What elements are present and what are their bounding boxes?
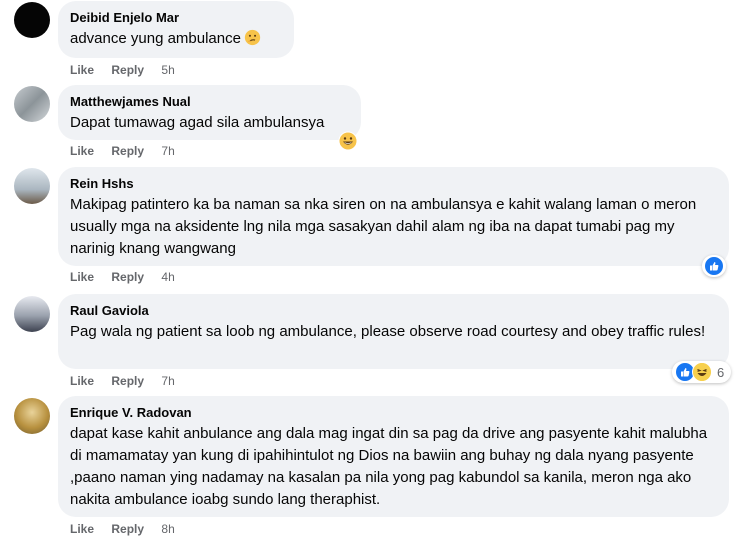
comment-bubble: Matthewjames Nual Dapat tumawag agad sil… bbox=[58, 85, 361, 140]
like-button[interactable]: Like bbox=[70, 270, 94, 284]
comment-author[interactable]: Matthewjames Nual bbox=[70, 93, 349, 110]
comment-author[interactable]: Raul Gaviola bbox=[70, 302, 717, 319]
like-reaction-icon bbox=[704, 256, 724, 276]
comment-author[interactable]: Deibid Enjelo Mar bbox=[70, 9, 282, 26]
reply-button[interactable]: Reply bbox=[111, 144, 144, 158]
reply-button[interactable]: Reply bbox=[111, 63, 144, 77]
comment-bubble: Deibid Enjelo Mar advance yung ambulance bbox=[58, 1, 294, 58]
comment-text: Makipag patintero ka ba naman sa nka sir… bbox=[70, 196, 697, 257]
comment-timestamp[interactable]: 5h bbox=[161, 63, 174, 77]
grinning-face-icon bbox=[338, 131, 358, 151]
comment-timestamp[interactable]: 8h bbox=[161, 522, 174, 536]
avatar[interactable] bbox=[14, 2, 50, 38]
comment-text: Pag wala ng patient sa loob ng ambulance… bbox=[70, 323, 706, 340]
comment-bubble: Enrique V. Radovan dapat kase kahit anbu… bbox=[58, 396, 729, 517]
comment-timestamp[interactable]: 7h bbox=[161, 374, 174, 388]
comment-bubble: Raul Gaviola Pag wala ng patient sa loob… bbox=[58, 294, 729, 369]
comment-timestamp[interactable]: 4h bbox=[161, 270, 174, 284]
comment-actions: Like Reply 5h bbox=[70, 62, 175, 78]
comment-timestamp[interactable]: 7h bbox=[161, 144, 174, 158]
thinking-face-icon bbox=[244, 29, 261, 46]
comment-actions: Like Reply 8h bbox=[70, 521, 175, 537]
reply-button[interactable]: Reply bbox=[111, 374, 144, 388]
comment-actions: Like Reply 7h bbox=[70, 373, 175, 389]
like-button[interactable]: Like bbox=[70, 63, 94, 77]
avatar[interactable] bbox=[14, 168, 50, 204]
comment-text: advance yung ambulance bbox=[70, 28, 282, 50]
comment-author[interactable]: Rein Hshs bbox=[70, 175, 717, 192]
comment-author[interactable]: Enrique V. Radovan bbox=[70, 404, 717, 421]
avatar[interactable] bbox=[14, 296, 50, 332]
reply-button[interactable]: Reply bbox=[111, 522, 144, 536]
reaction-badge[interactable]: 6 bbox=[672, 361, 732, 383]
like-button[interactable]: Like bbox=[70, 522, 94, 536]
comment-text: dapat kase kahit anbulance ang dala mag … bbox=[70, 425, 708, 508]
avatar[interactable] bbox=[14, 86, 50, 122]
comment-actions: Like Reply 4h bbox=[70, 269, 175, 285]
reply-button[interactable]: Reply bbox=[111, 270, 144, 284]
comment-text: Dapat tumawag agad sila ambulansya bbox=[70, 114, 325, 131]
like-button[interactable]: Like bbox=[70, 374, 94, 388]
comment-bubble: Rein Hshs Makipag patintero ka ba naman … bbox=[58, 167, 729, 266]
haha-reaction-icon bbox=[692, 362, 712, 382]
comment-actions: Like Reply 7h bbox=[70, 143, 175, 159]
avatar[interactable] bbox=[14, 398, 50, 434]
like-button[interactable]: Like bbox=[70, 144, 94, 158]
reaction-count[interactable]: 6 bbox=[717, 365, 724, 380]
reaction-badge[interactable] bbox=[702, 255, 726, 277]
